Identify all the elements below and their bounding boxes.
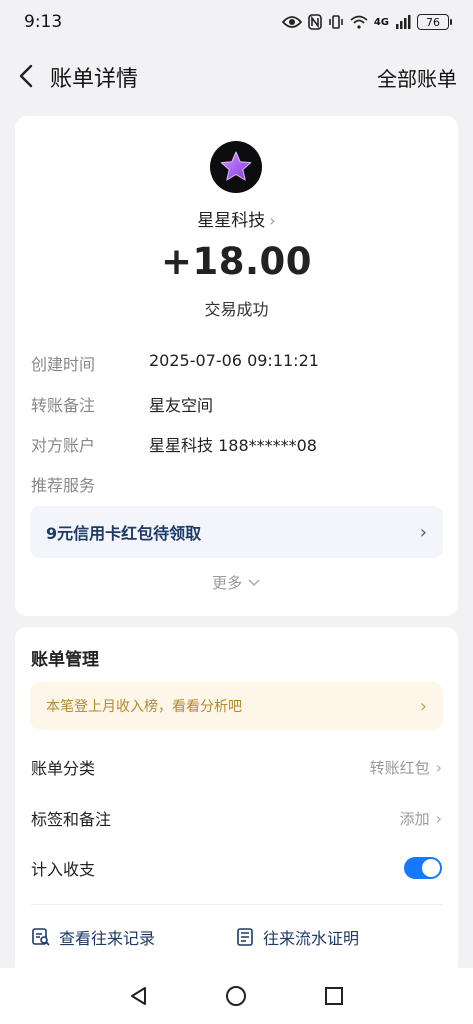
credit-card-promo[interactable]: 9元信用卡红包待领取 › <box>30 506 443 558</box>
chevron-right-icon: › <box>435 757 442 777</box>
transaction-status: 交易成功 <box>204 300 269 319</box>
detail-label: 推荐服务 <box>31 476 96 495</box>
count-in-budget-toggle[interactable] <box>404 857 442 879</box>
all-bills-link[interactable]: 全部账单 <box>377 63 457 92</box>
eye-icon <box>281 16 302 28</box>
transaction-card: 星星科技 › +18.00 交易成功 创建时间 2025-07-06 09:11:… <box>15 116 458 616</box>
star-logo-icon <box>220 151 252 181</box>
back-arrow-icon <box>19 64 33 88</box>
detail-label: 创建时间 <box>31 355 96 374</box>
battery-indicator: 76 <box>417 14 452 30</box>
transaction-amount: +18.00 <box>160 240 313 283</box>
network-type: 4G <box>373 16 389 28</box>
chevron-right-icon: › <box>419 695 427 717</box>
system-nav-bar <box>0 968 473 1024</box>
count-in-budget-label: 计入收支 <box>31 860 96 879</box>
chevron-right-icon: › <box>419 521 427 543</box>
bill-management-card: 账单管理 本笔登上月收入榜，看看分析吧 › 账单分类 转账红包 › 标签和备注 … <box>15 627 458 977</box>
nfc-icon <box>308 14 322 30</box>
vibrate-icon <box>329 15 343 29</box>
count-in-budget-row: 计入收支 <box>31 853 442 883</box>
tags-remarks-label: 标签和备注 <box>31 810 112 829</box>
divider <box>31 904 442 905</box>
nav-home-button[interactable] <box>221 981 251 1011</box>
tags-remarks-value: 添加 <box>399 809 430 828</box>
wifi-icon <box>350 15 368 29</box>
bill-category-value: 转账红包 <box>369 758 430 777</box>
detail-label: 转账备注 <box>31 396 96 415</box>
merchant-logo <box>210 141 262 193</box>
merchant-label: 星星科技 <box>197 211 266 231</box>
tip-text: 本笔登上月收入榜，看看分析吧 <box>46 699 242 715</box>
more-label: 更多 <box>212 574 243 592</box>
detail-label: 对方账户 <box>31 436 96 455</box>
detail-value: 星星科技 188******08 <box>149 436 317 455</box>
chevron-down-icon <box>248 579 260 587</box>
detail-value: 星友空间 <box>149 396 214 415</box>
records-search-icon <box>32 928 50 946</box>
view-records-label: 查看往来记录 <box>59 929 156 948</box>
income-rank-tip[interactable]: 本笔登上月收入榜，看看分析吧 › <box>30 682 443 730</box>
section-title: 账单管理 <box>31 650 99 670</box>
nav-recent-icon <box>325 987 344 1005</box>
statement-icon <box>237 928 253 946</box>
statement-proof-link[interactable]: 往来流水证明 <box>235 925 359 949</box>
nav-recent-button[interactable] <box>319 981 349 1011</box>
status-time: 9:13 <box>24 12 63 32</box>
page-title: 账单详情 <box>50 67 139 92</box>
header: 账单详情 全部账单 <box>0 48 473 104</box>
status-bar: 9:13 4G 76 <box>0 0 473 44</box>
nav-back-button[interactable] <box>124 981 154 1011</box>
view-records-link[interactable]: 查看往来记录 <box>31 925 155 949</box>
statement-proof-label: 往来流水证明 <box>263 929 360 948</box>
tags-remarks-row[interactable]: 标签和备注 添加 › <box>31 803 442 833</box>
bill-category-label: 账单分类 <box>31 759 96 778</box>
nav-back-icon <box>130 987 146 1005</box>
more-button[interactable]: 更多 <box>15 572 458 593</box>
nav-home-icon <box>226 986 247 1006</box>
promo-text: 9元信用卡红包待领取 <box>46 524 202 543</box>
signal-icon <box>396 15 411 29</box>
chevron-right-icon: › <box>269 211 276 230</box>
detail-value: 2025-07-06 09:11:21 <box>149 351 319 370</box>
merchant-name[interactable]: 星星科技 › <box>15 206 458 231</box>
back-button[interactable] <box>14 62 38 90</box>
chevron-right-icon: › <box>435 808 442 828</box>
status-icons: 4G 76 <box>281 14 452 30</box>
bill-category-row[interactable]: 账单分类 转账红包 › <box>31 752 442 782</box>
